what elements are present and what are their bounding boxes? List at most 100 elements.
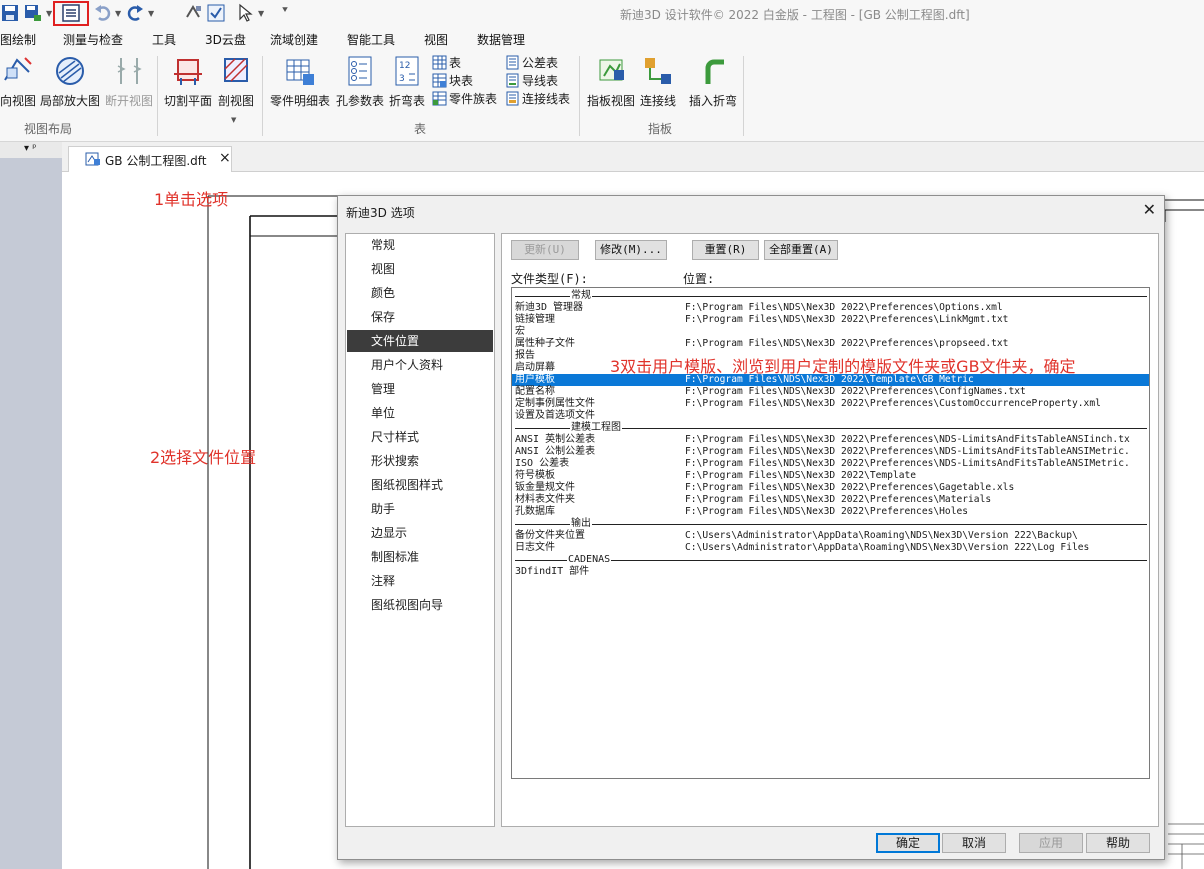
customize-icon[interactable]: ⯆ xyxy=(281,5,289,16)
update-button[interactable]: 更新(U) xyxy=(511,240,579,260)
broken-view-button[interactable]: 断开视图 xyxy=(104,54,154,116)
undo-icon[interactable] xyxy=(93,3,113,23)
redo-dropdown-icon[interactable]: ▼ xyxy=(148,9,154,18)
menu-tools[interactable]: 工具 xyxy=(152,31,176,48)
category-shape-search[interactable]: 形状搜索 xyxy=(347,450,493,472)
undo-dropdown-icon[interactable]: ▼ xyxy=(115,9,121,18)
cutting-plane-button[interactable]: 切割平面 xyxy=(163,54,213,116)
formboard-view-button[interactable]: 指板视图 xyxy=(586,54,636,116)
file-location-row[interactable]: 宏 xyxy=(512,326,1149,338)
category-helper[interactable]: 助手 xyxy=(347,498,493,520)
reset-button[interactable]: 重置(R) xyxy=(692,240,759,260)
save-icon[interactable] xyxy=(0,3,20,23)
file-location-row[interactable]: 属性种子文件 F:\Program Files\NDS\Nex3D 2022\Pr… xyxy=(512,338,1149,350)
file-location-row[interactable]: 孔数据库 F:\Program Files\NDS\Nex3D 2022\Pref… xyxy=(512,506,1149,518)
family-table-button[interactable]: 零件族表 xyxy=(432,90,497,107)
dock-pin-icon[interactable]: ▾ ᵖ xyxy=(24,143,36,154)
parts-list-button[interactable]: 零件明细表 xyxy=(268,54,332,116)
file-location-row[interactable]: 配置名称 F:\Program Files\NDS\Nex3D 2022\Pref… xyxy=(512,386,1149,398)
category-general[interactable]: 常规 xyxy=(347,234,493,256)
document-tab-label: GB 公制工程图.dft xyxy=(105,154,207,168)
dialog-close-icon[interactable]: ✕ xyxy=(1143,200,1156,219)
menu-domain-create[interactable]: 流域创建 xyxy=(270,31,318,48)
wire-table-button[interactable]: 导线表 xyxy=(505,72,558,89)
table-icon xyxy=(432,55,447,70)
file-type-name: 日志文件 xyxy=(515,542,555,553)
file-location-row[interactable]: 日志文件 C:\Users\Administrator\AppData\Roami… xyxy=(512,542,1149,554)
reset-all-button[interactable]: 全部重置(A) xyxy=(764,240,838,260)
category-file-locations[interactable]: 文件位置 xyxy=(347,330,493,352)
file-location-path: F:\Program Files\NDS\Nex3D 2022\Preferen… xyxy=(685,434,1130,445)
window-title: 新迪3D 设计软件© 2022 白金版 - 工程图 - [GB 公制工程图.df… xyxy=(620,8,970,22)
category-management[interactable]: 管理 xyxy=(347,378,493,400)
save-as-icon[interactable] xyxy=(23,3,43,23)
file-location-row[interactable]: 3DfindIT 部件 xyxy=(512,566,1149,578)
file-location-row[interactable]: 链接管理 F:\Program Files\NDS\Nex3D 2022\Pref… xyxy=(512,314,1149,326)
category-view[interactable]: 视图 xyxy=(347,258,493,280)
document-tab[interactable]: GB 公制工程图.dft × xyxy=(68,146,232,172)
tolerance-table-button[interactable]: 公差表 xyxy=(505,54,558,71)
section-view-button[interactable]: 剖视图 xyxy=(216,54,256,116)
file-location-path: F:\Program Files\NDS\Nex3D 2022\Preferen… xyxy=(685,386,1026,397)
file-location-path: F:\Program Files\NDS\Nex3D 2022\Preferen… xyxy=(685,338,1009,349)
file-location-row[interactable]: 新迪3D 管理器 F:\Program Files\NDS\Nex3D 2022\… xyxy=(512,302,1149,314)
save-dropdown-icon[interactable]: ▼ xyxy=(46,9,52,18)
file-location-row[interactable]: 钣金量规文件 F:\Program Files\NDS\Nex3D 2022\Pr… xyxy=(512,482,1149,494)
help-button[interactable]: 帮助 xyxy=(1086,833,1150,853)
file-location-row[interactable]: 设置及首选项文件 xyxy=(512,410,1149,422)
select-icon[interactable] xyxy=(236,3,256,23)
block-table-button[interactable]: 块表 xyxy=(432,72,473,89)
parts-list-icon xyxy=(286,59,314,85)
update-icon[interactable] xyxy=(183,3,203,23)
category-annotation[interactable]: 注释 xyxy=(347,570,493,592)
group-separator xyxy=(743,56,744,136)
file-type-name: 备份文件夹位置 xyxy=(515,530,585,541)
file-location-row[interactable]: 备份文件夹位置 C:\Users\Administrator\AppData\Ro… xyxy=(512,530,1149,542)
bend-table-button[interactable]: 12 3 折弯表 xyxy=(388,54,426,116)
formboard-view-icon xyxy=(599,59,624,81)
table-button[interactable]: 表 xyxy=(432,54,461,71)
category-color[interactable]: 颜色 xyxy=(347,282,493,304)
directional-view-button[interactable]: 向视图 xyxy=(0,54,36,116)
section-view-dropdown-icon[interactable]: ▼ xyxy=(231,116,236,124)
options-icon[interactable] xyxy=(61,3,81,23)
file-location-path: F:\Program Files\NDS\Nex3D 2022\Template xyxy=(685,470,917,481)
redo-icon[interactable] xyxy=(125,3,145,23)
category-units[interactable]: 单位 xyxy=(347,402,493,424)
menu-data-management[interactable]: 数据管理 xyxy=(477,31,525,48)
ok-button[interactable]: 确定 xyxy=(876,833,940,853)
file-location-row[interactable]: 符号模板 F:\Program Files\NDS\Nex3D 2022\Temp… xyxy=(512,470,1149,482)
menu-measure[interactable]: 测量与检查 xyxy=(63,31,123,48)
file-location-row[interactable]: ANSI 英制公差表 F:\Program Files\NDS\Nex3D 202… xyxy=(512,434,1149,446)
menu-view[interactable]: 视图 xyxy=(424,31,448,48)
connector-table-button[interactable]: 连接线表 xyxy=(505,90,570,107)
select-dropdown-icon[interactable]: ▼ xyxy=(258,9,264,18)
menu-3d-cloud[interactable]: 3D云盘 xyxy=(205,31,246,48)
directional-view-icon xyxy=(4,57,32,81)
category-save[interactable]: 保存 xyxy=(347,306,493,328)
hole-table-button[interactable]: 孔参数表 xyxy=(335,54,385,116)
modify-button[interactable]: 修改(M)... xyxy=(595,240,667,260)
detail-view-button[interactable]: 局部放大图 xyxy=(39,54,101,116)
menu-drawing[interactable]: 图绘制 xyxy=(0,31,36,48)
category-user-profile[interactable]: 用户个人资料 xyxy=(347,354,493,376)
apply-button[interactable]: 应用 xyxy=(1019,833,1083,853)
check-icon[interactable] xyxy=(206,3,226,23)
category-edge-display[interactable]: 边显示 xyxy=(347,522,493,544)
file-location-row[interactable]: 定制事例属性文件 F:\Program Files\NDS\Nex3D 2022\… xyxy=(512,398,1149,410)
file-location-row[interactable]: ANSI 公制公差表 F:\Program Files\NDS\Nex3D 202… xyxy=(512,446,1149,458)
file-location-row[interactable]: 材料表文件夹 F:\Program Files\NDS\Nex3D 2022\Pr… xyxy=(512,494,1149,506)
cancel-button[interactable]: 取消 xyxy=(942,833,1006,853)
file-location-row[interactable]: ISO 公差表 F:\Program Files\NDS\Nex3D 2022\P… xyxy=(512,458,1149,470)
category-drafting-standards[interactable]: 制图标准 xyxy=(347,546,493,568)
document-tab-close-icon[interactable]: × xyxy=(219,150,231,166)
section-divider xyxy=(515,296,1147,297)
svg-text:12: 12 xyxy=(399,61,410,71)
category-drawing-view-style[interactable]: 图纸视图样式 xyxy=(347,474,493,496)
menu-smart-tools[interactable]: 智能工具 xyxy=(347,31,395,48)
insert-bend-button[interactable]: 插入折弯 xyxy=(688,54,738,116)
category-dimension-style[interactable]: 尺寸样式 xyxy=(347,426,493,448)
file-type-column-label: 文件类型(F): xyxy=(511,272,588,286)
category-drawing-view-wizard[interactable]: 图纸视图向导 xyxy=(347,594,493,616)
connect-wire-button[interactable]: 连接线 xyxy=(639,54,677,116)
